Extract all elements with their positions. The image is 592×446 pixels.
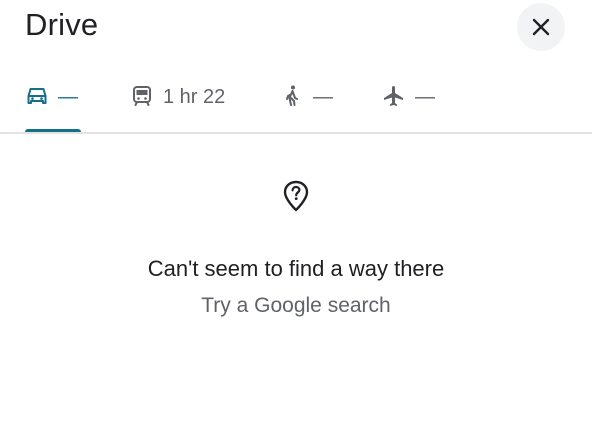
tab-flight[interactable]: — [382, 70, 435, 132]
tab-walk[interactable]: — [280, 70, 333, 132]
tabs-divider [0, 132, 592, 134]
tab-walk-value: — [313, 86, 333, 108]
travel-mode-tabs: — 1 hr 22 — — [0, 70, 592, 134]
airplane-icon [382, 84, 406, 108]
walking-person-icon [280, 84, 304, 108]
no-route-title: Can't seem to find a way there [147, 256, 445, 281]
close-icon [532, 18, 550, 36]
tab-drive-value: — [58, 86, 78, 108]
car-icon [25, 84, 49, 108]
location-question-icon [283, 180, 309, 212]
train-icon [130, 84, 154, 108]
tab-flight-value: — [415, 86, 435, 108]
page-title: Drive [25, 7, 99, 42]
close-button[interactable] [517, 3, 565, 51]
google-search-link[interactable]: Try a Google search [201, 292, 390, 320]
no-route-message: Can't seem to find a way there Try a Goo… [0, 180, 592, 320]
directions-panel: Drive — 1 hr 22 — — Can't seem to find a… [0, 0, 592, 446]
tab-drive[interactable]: — [25, 70, 78, 132]
tab-transit-value: 1 hr 22 [163, 86, 226, 108]
tab-transit[interactable]: 1 hr 22 [130, 70, 225, 132]
